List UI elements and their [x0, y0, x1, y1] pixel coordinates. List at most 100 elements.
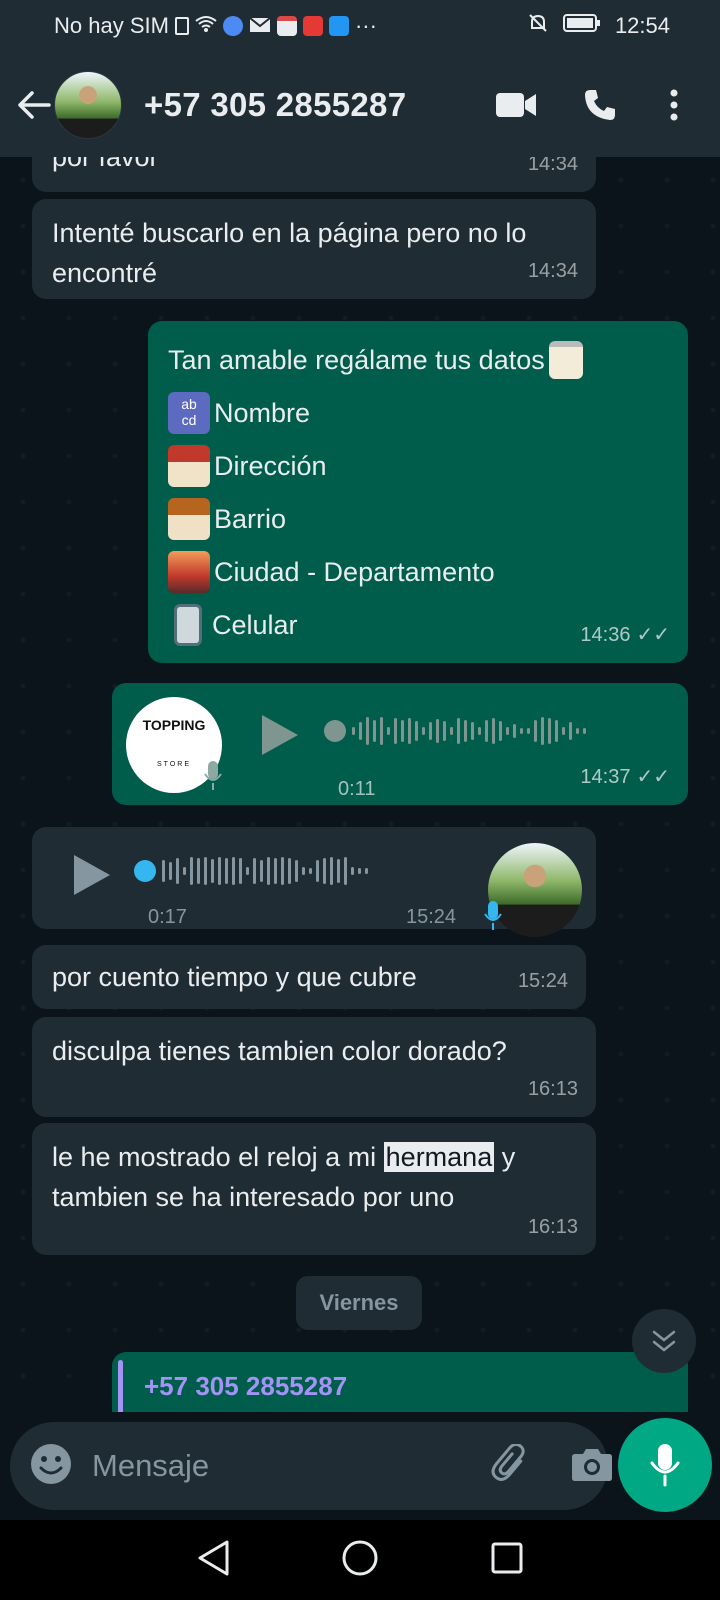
play-button[interactable] — [260, 713, 300, 768]
sender-avatar — [488, 843, 582, 937]
message-text: por cuento tiempo y que cubre — [52, 962, 417, 992]
message-composer — [10, 1422, 612, 1510]
read-ticks-icon: ✓✓ — [636, 624, 670, 646]
mail-app-icon — [302, 16, 323, 36]
message-text: le he mostrado el reloj a mi hermana y t… — [52, 1137, 582, 1217]
message-incoming[interactable]: le he mostrado el reloj a mi hermana y t… — [32, 1123, 596, 1255]
waveform — [162, 857, 368, 885]
back-arrow-icon — [18, 90, 51, 119]
video-call-icon — [496, 92, 536, 117]
message-time: 14:36 ✓✓ — [580, 615, 670, 655]
mic-icon — [204, 761, 222, 802]
progress-dot — [324, 720, 346, 742]
list-item: Dirección — [214, 450, 327, 481]
voice-message-outgoing[interactable]: TOPPING STORE 0:11 14:37 ✓✓ — [112, 683, 688, 805]
nav-recents-button[interactable] — [490, 1541, 524, 1580]
notepad-icon — [548, 340, 583, 379]
time-text: 14:36 — [580, 624, 631, 646]
voice-duration: 0:17 — [148, 906, 187, 928]
mail-icon — [249, 13, 271, 39]
message-time: 14:37 ✓✓ — [580, 757, 670, 797]
store-icon — [276, 16, 297, 36]
phone-icon — [585, 89, 615, 120]
search-app-icon — [328, 16, 349, 36]
message-text-part: le he mostrado el reloj a mi — [52, 1142, 384, 1172]
chat-area[interactable]: por favor 14:34 Intenté buscarlo en la p… — [0, 157, 720, 1412]
message-time: 15:24 — [406, 906, 457, 928]
voice-duration: 0:11 — [338, 778, 376, 800]
battery-icon — [562, 13, 601, 39]
more-notifications-icon: ··· — [354, 13, 377, 38]
mobile-phone-icon — [174, 603, 202, 646]
triangle-back-icon — [198, 1540, 229, 1575]
wifi-icon — [195, 13, 217, 39]
paperclip-icon — [491, 1442, 525, 1481]
play-icon — [74, 855, 110, 895]
list-item: Nombre — [214, 397, 311, 428]
quoted-contact: +57 305 2855287 — [144, 1371, 348, 1401]
message-incoming[interactable]: Intenté buscarlo en la página pero no lo… — [32, 199, 596, 299]
message-time: 15:24 — [517, 970, 568, 992]
avatar-logo-subtext: STORE — [157, 761, 191, 768]
message-input[interactable] — [92, 1448, 491, 1484]
message-outgoing-partial[interactable]: +57 305 2855287 — [112, 1352, 688, 1412]
clock: 12:54 — [614, 13, 670, 38]
message-text: Intenté buscarlo en la página pero no lo… — [52, 218, 527, 288]
date-chip: Viernes — [296, 1276, 422, 1330]
avatar-logo-text: TOPPING — [142, 717, 206, 733]
voice-message-incoming[interactable]: 0:17 15:24 — [32, 827, 596, 937]
voice-progress[interactable] — [324, 717, 586, 745]
time-text: 14:37 — [580, 766, 631, 788]
mic-icon — [650, 1444, 680, 1487]
circle-home-icon — [342, 1540, 378, 1575]
message-time: 16:13 — [527, 1216, 578, 1238]
list-item: Ciudad - Departamento — [214, 556, 495, 587]
message-time: 14:34 — [527, 260, 578, 282]
city-icon — [168, 550, 210, 593]
voice-record-button[interactable] — [618, 1418, 712, 1512]
houses-icon — [168, 497, 210, 540]
sim-icon — [174, 17, 189, 35]
video-call-button[interactable] — [484, 73, 548, 137]
message-time: 14:34 — [527, 157, 578, 175]
play-icon — [262, 715, 298, 755]
mute-icon — [527, 12, 549, 40]
message-text: disculpa tienes tambien color dorado? — [52, 1036, 507, 1066]
message-incoming[interactable]: por favor 14:34 — [32, 157, 596, 192]
double-chevron-down-icon — [652, 1330, 676, 1352]
carrier-text: No hay SIM — [54, 13, 169, 38]
camera-icon — [572, 1448, 612, 1481]
square-recents-icon — [491, 1542, 523, 1573]
scroll-down-button[interactable] — [632, 1309, 696, 1373]
nav-home-button[interactable] — [341, 1539, 379, 1582]
contact-name[interactable]: +57 305 2855287 — [144, 86, 484, 124]
selected-word: hermana — [383, 1142, 495, 1172]
nav-back-button[interactable] — [196, 1539, 230, 1582]
camera-button[interactable] — [571, 1446, 613, 1487]
list-item: Barrio — [214, 503, 287, 534]
partial-quote-bar — [118, 1360, 123, 1412]
list-title: Tan amable regálame tus datos — [168, 344, 545, 375]
mic-icon — [484, 901, 502, 942]
waveform — [352, 717, 586, 745]
more-vert-icon — [670, 89, 678, 120]
emoji-button[interactable] — [30, 1443, 72, 1490]
system-nav-bar — [0, 1520, 720, 1600]
message-incoming[interactable]: por cuento tiempo y que cubre 15:24 — [32, 945, 586, 1009]
more-options-button[interactable] — [642, 73, 706, 137]
abcd-icon: ab cd — [168, 391, 210, 434]
chat-header: +57 305 2855287 — [0, 52, 720, 157]
contact-avatar[interactable] — [54, 70, 122, 139]
message-outgoing[interactable]: Tan amable regálame tus datos ab cd Nombr… — [148, 321, 688, 663]
voice-call-button[interactable] — [568, 73, 632, 137]
progress-dot — [134, 860, 156, 882]
message-text: por favor — [52, 157, 159, 172]
chrome-icon — [222, 16, 243, 36]
message-incoming[interactable]: disculpa tienes tambien color dorado? 16… — [32, 1017, 596, 1117]
attach-button[interactable] — [491, 1442, 531, 1489]
back-button[interactable] — [14, 73, 54, 137]
read-ticks-icon: ✓✓ — [636, 766, 670, 788]
play-button[interactable] — [72, 853, 112, 908]
list-item: Celular — [212, 609, 298, 640]
voice-progress[interactable] — [134, 857, 368, 885]
